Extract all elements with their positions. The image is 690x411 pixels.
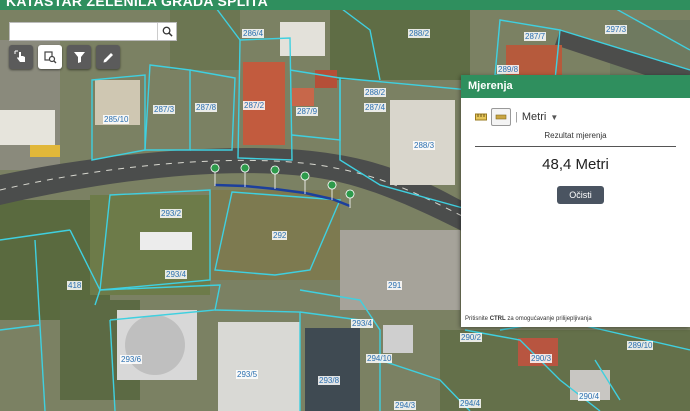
parcel-label: 292 — [272, 231, 288, 240]
filter-icon — [73, 51, 85, 63]
measure-controls: | Metri ▼ — [475, 108, 558, 126]
result-divider — [475, 146, 676, 147]
parcel-label: 297/3 — [605, 25, 628, 34]
unit-select[interactable]: Metri ▼ — [522, 111, 558, 123]
chevron-down-icon: ▼ — [550, 113, 559, 122]
search-input[interactable] — [10, 23, 163, 38]
parcel-label: 285/10 — [103, 115, 130, 124]
parcel-label: 287/4 — [364, 103, 387, 112]
unit-select-value: Metri — [521, 111, 547, 123]
parcel-label: 291 — [387, 281, 403, 290]
parcel-label: 287/3 — [153, 105, 176, 114]
map-toolbar — [9, 45, 120, 69]
parcel-label: 289/10 — [627, 341, 654, 350]
divider: | — [515, 111, 518, 123]
clear-button[interactable]: Očisti — [557, 186, 604, 204]
measurement-panel: Mjerenja | Metri ▼ Rezultat mjerenja 48,4… — [461, 75, 690, 327]
layers-search-icon — [43, 50, 56, 63]
distance-tool-button[interactable] — [491, 108, 511, 126]
search-icon — [162, 26, 173, 37]
parcel-label: 288/3 — [413, 141, 436, 150]
parcel-label: 288/2 — [364, 88, 387, 97]
hand-pointer-icon — [14, 50, 25, 62]
edit-tool-button[interactable] — [96, 45, 120, 69]
filter-tool-button[interactable] — [67, 45, 91, 69]
identify-tool-button[interactable] — [9, 45, 33, 69]
parcel-label: 290/3 — [530, 354, 553, 363]
parcel-label: 287/7 — [524, 32, 547, 41]
parcel-label: 294/10 — [366, 354, 393, 363]
parcel-label: 418 — [67, 281, 83, 290]
parcel-label: 293/2 — [160, 209, 183, 218]
ruler-icon[interactable] — [475, 112, 487, 122]
snapping-hint: Pritisnite CTRL za omogućavanje prilijep… — [465, 316, 592, 322]
result-label: Rezultat mjerenja — [544, 131, 607, 140]
result-value: 48,4 Metri — [542, 156, 609, 173]
parcel-label: 287/9 — [296, 107, 319, 116]
parcel-label: 293/4 — [351, 319, 374, 328]
pencil-icon — [103, 52, 113, 62]
parcel-label: 287/2 — [243, 101, 266, 110]
parcel-label: 293/8 — [318, 376, 341, 385]
distance-icon — [495, 114, 507, 120]
parcel-label: 294/3 — [394, 401, 417, 410]
app-header: KATASTAR ZELENILA GRADA SPLITA — [0, 0, 690, 10]
search-button[interactable] — [157, 23, 176, 40]
app-title: KATASTAR ZELENILA GRADA SPLITA — [6, 0, 269, 9]
parcel-label: 286/4 — [242, 29, 265, 38]
parcel-label: 289/8 — [497, 65, 520, 74]
search-box — [9, 22, 177, 41]
parcel-label: 287/8 — [195, 103, 218, 112]
parcel-label: 288/2 — [408, 29, 431, 38]
panel-title: Mjerenja — [461, 75, 690, 98]
parcel-label: 294/4 — [459, 399, 482, 408]
parcel-label: 293/5 — [236, 370, 259, 379]
parcel-label: 293/6 — [120, 355, 143, 364]
parcel-label: 290/2 — [460, 333, 483, 342]
parcel-label: 290/4 — [578, 392, 601, 401]
layers-tool-button[interactable] — [38, 45, 62, 69]
parcel-label: 293/4 — [165, 270, 188, 279]
